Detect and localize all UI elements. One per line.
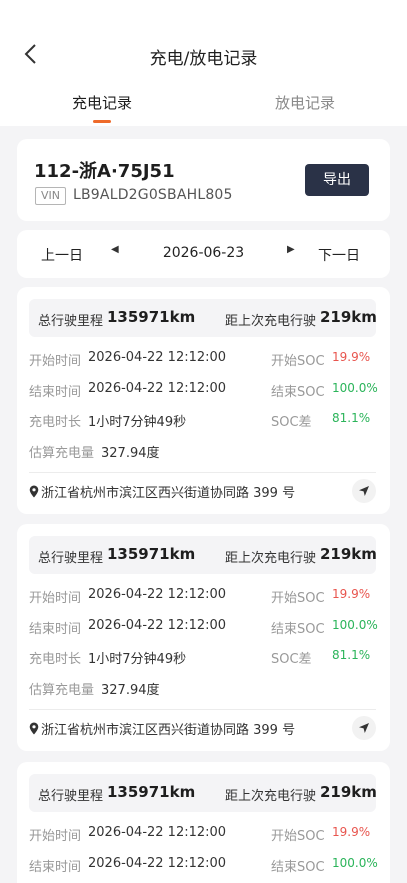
start-row: 开始时间 2026-04-22 12:12:00 开始SOC 19.9%: [29, 587, 376, 607]
total-mileage-label: 总行驶里程: [38, 314, 104, 329]
date-navigator: 上一日 ◀ 2026-06-23 ▶ 下一日: [17, 230, 390, 278]
estimated-energy-label: 估算充电量: [29, 446, 95, 461]
app-header: 充电/放电记录 充电记录 放电记录: [0, 0, 407, 126]
end-row: 结束时间 2026-04-22 12:12:00 结束SOC 100.0%: [29, 618, 378, 638]
charge-record-card[interactable]: 总行驶里程 135971km 距上次充电行驶 219km 开始时间 2026-0…: [17, 762, 390, 883]
end-soc-value: 100.0%: [332, 381, 378, 395]
end-time-label: 结束时间: [29, 385, 82, 400]
end-time-value: 2026-04-22 12:12:00: [88, 381, 227, 396]
location-pin-icon: [29, 485, 39, 497]
start-time-value: 2026-04-22 12:12:00: [88, 587, 227, 602]
charge-record-card[interactable]: 总行驶里程 135971km 距上次充电行驶 219km 开始时间 2026-0…: [17, 524, 390, 751]
start-time-value: 2026-04-22 12:12:00: [88, 825, 227, 840]
soc-diff-value: 81.1%: [332, 648, 371, 662]
divider: [29, 472, 376, 473]
export-button[interactable]: 导出: [305, 164, 369, 196]
vehicle-card: 112-浙A·75J51 VIN LB9ALD2G0SBAHL805 导出: [17, 139, 390, 221]
soc-diff-label: SOC差: [271, 652, 312, 667]
duration-row: 充电时长 1小时7分钟49秒 SOC差 81.1%: [29, 411, 376, 431]
total-mileage-value: 135971km: [107, 308, 196, 326]
start-soc-label: 开始SOC: [271, 591, 325, 606]
total-mileage-value: 135971km: [107, 783, 196, 801]
end-soc-value: 100.0%: [332, 618, 378, 632]
vin-tag: VIN: [35, 187, 66, 205]
start-time-value: 2026-04-22 12:12:00: [88, 350, 227, 365]
soc-diff-label: SOC差: [271, 415, 312, 430]
estimated-energy-value: 327.94度: [101, 446, 160, 461]
estimate-row: 估算充电量 327.94度: [29, 679, 376, 699]
end-soc-value: 100.0%: [332, 856, 378, 870]
duration-value: 1小时7分钟49秒: [88, 652, 187, 667]
divider: [29, 709, 376, 710]
start-soc-label: 开始SOC: [271, 354, 325, 369]
end-soc-label: 结束SOC: [271, 622, 325, 637]
prev-day-button[interactable]: 上一日: [41, 245, 83, 265]
start-soc-value: 19.9%: [332, 350, 371, 364]
charge-record-card[interactable]: 总行驶里程 135971km 距上次充电行驶 219km 开始时间 2026-0…: [17, 287, 390, 514]
end-time-value: 2026-04-22 12:12:00: [88, 618, 227, 633]
end-soc-label: 结束SOC: [271, 860, 325, 875]
start-row: 开始时间 2026-04-22 12:12:00 开始SOC 19.9%: [29, 825, 376, 845]
since-last-charge-label: 距上次充电行驶: [225, 314, 317, 329]
start-row: 开始时间 2026-04-22 12:12:00 开始SOC 19.9%: [29, 350, 376, 370]
estimated-energy-label: 估算充电量: [29, 683, 95, 698]
estimate-row: 估算充电量 327.94度: [29, 442, 376, 462]
since-last-charge-label: 距上次充电行驶: [225, 789, 317, 804]
tab-charge-records[interactable]: 充电记录: [72, 92, 132, 113]
end-time-value: 2026-04-22 12:12:00: [88, 856, 227, 871]
duration-label: 充电时长: [29, 652, 82, 667]
triangle-left-icon[interactable]: ◀: [111, 244, 119, 255]
active-tab-indicator: [93, 120, 111, 123]
address-text: 浙江省杭州市滨江区西兴街道协同路 399 号: [41, 722, 296, 738]
address-line: 浙江省杭州市滨江区西兴街道协同路 399 号: [29, 481, 295, 501]
start-time-label: 开始时间: [29, 829, 82, 844]
end-row: 结束时间 2026-04-22 12:12:00 结束SOC 100.0%: [29, 856, 378, 876]
end-time-label: 结束时间: [29, 860, 82, 875]
mileage-summary: 总行驶里程 135971km 距上次充电行驶 219km: [29, 299, 377, 337]
total-mileage-label: 总行驶里程: [38, 551, 104, 566]
address-line: 浙江省杭州市滨江区西兴街道协同路 399 号: [29, 718, 295, 738]
end-row: 结束时间 2026-04-22 12:12:00 结束SOC 100.0%: [29, 381, 378, 401]
since-last-charge-value: 219km: [320, 545, 377, 563]
duration-label: 充电时长: [29, 415, 82, 430]
address-text: 浙江省杭州市滨江区西兴街道协同路 399 号: [41, 485, 296, 501]
navigation-arrow-icon: [359, 486, 369, 496]
end-time-label: 结束时间: [29, 622, 82, 637]
vin-number: LB9ALD2G0SBAHL805: [73, 187, 233, 203]
tab-discharge-records[interactable]: 放电记录: [275, 92, 335, 113]
start-soc-value: 19.9%: [332, 587, 371, 601]
license-plate: 112-浙A·75J51: [34, 161, 175, 182]
start-time-label: 开始时间: [29, 354, 82, 369]
total-mileage-value: 135971km: [107, 545, 196, 563]
navigate-button[interactable]: [352, 716, 376, 740]
navigation-arrow-icon: [359, 723, 369, 733]
mileage-summary: 总行驶里程 135971km 距上次充电行驶 219km: [29, 536, 377, 574]
estimated-energy-value: 327.94度: [101, 683, 160, 698]
duration-value: 1小时7分钟49秒: [88, 415, 187, 430]
since-last-charge-value: 219km: [320, 308, 377, 326]
navigate-button[interactable]: [352, 479, 376, 503]
start-time-label: 开始时间: [29, 591, 82, 606]
since-last-charge-label: 距上次充电行驶: [225, 551, 317, 566]
triangle-right-icon[interactable]: ▶: [287, 244, 295, 255]
location-pin-icon: [29, 722, 39, 734]
start-soc-value: 19.9%: [332, 825, 371, 839]
total-mileage-label: 总行驶里程: [38, 789, 104, 804]
page-title: 充电/放电记录: [149, 49, 258, 69]
soc-diff-value: 81.1%: [332, 411, 371, 425]
mileage-summary: 总行驶里程 135971km 距上次充电行驶 219km: [29, 774, 377, 812]
duration-row: 充电时长 1小时7分钟49秒 SOC差 81.1%: [29, 648, 376, 668]
start-soc-label: 开始SOC: [271, 829, 325, 844]
end-soc-label: 结束SOC: [271, 385, 325, 400]
next-day-button[interactable]: 下一日: [318, 245, 360, 265]
since-last-charge-value: 219km: [320, 783, 377, 801]
